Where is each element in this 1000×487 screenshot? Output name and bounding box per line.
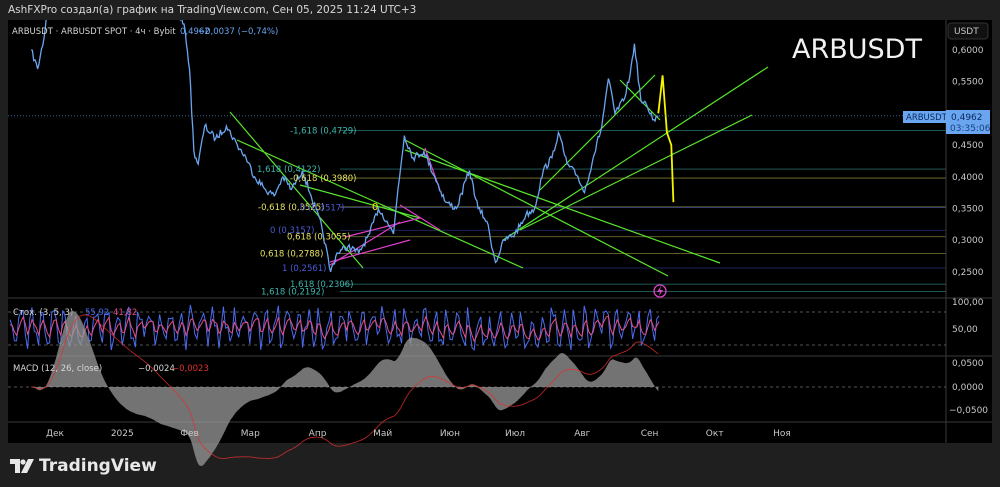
stoch-label[interactable]: Стох. (3, 5, 3) xyxy=(13,308,73,318)
time-axis-tick: Июн xyxy=(440,429,460,439)
fib-level-label: 1 (0,2561) xyxy=(282,264,326,274)
fib-level-label: 0,618 (0,3055) xyxy=(287,233,350,243)
fib-level-label: -0,618 (0,3980) xyxy=(290,174,356,184)
trend-line xyxy=(519,114,753,231)
price-axis-tick: 0,4000 xyxy=(952,173,984,183)
time-axis-tick: Мар xyxy=(241,429,260,439)
tradingview-brand: TradingView xyxy=(39,456,157,476)
symbol-watermark: ARBUSDT xyxy=(792,34,922,65)
price-tag-price: 0,4962 xyxy=(951,113,983,123)
projection-line xyxy=(657,75,675,203)
price-tag-countdown: 03:35:06 xyxy=(950,124,991,134)
stoch-k-value: 55,92 xyxy=(85,308,109,318)
price-axis-tick: 0,3000 xyxy=(952,236,984,246)
macd-axis-zero: 0,0000 xyxy=(952,383,984,393)
stoch-d-value: 41,82 xyxy=(113,308,137,318)
stoch-axis-50: 50,00 xyxy=(952,325,978,335)
price-axis-tick: 0,2500 xyxy=(952,268,984,278)
legend-change: −0,0037 (−0,74%) xyxy=(198,27,278,37)
currency-label: USDT xyxy=(954,27,979,37)
tradingview-logo[interactable]: TradingView xyxy=(10,456,157,476)
price-axis-tick: 0,3500 xyxy=(952,205,984,215)
macd-axis-top: 0,0500 xyxy=(952,359,984,369)
price-axis-tick: 0,5500 xyxy=(952,78,984,88)
lightning-icon[interactable] xyxy=(653,284,667,298)
price-tag-symbol: ARBUSDT xyxy=(906,113,948,123)
trend-line xyxy=(539,74,656,191)
fib-level-label: -1,618 (0,4729) xyxy=(290,127,356,137)
time-axis-tick: Окт xyxy=(706,429,724,439)
time-axis-tick: Ноя xyxy=(773,429,791,439)
macd-axis-bottom: −0,0500 xyxy=(949,406,988,416)
currency-button[interactable]: USDT xyxy=(947,22,989,40)
wave-label-0: 0 xyxy=(372,202,378,213)
legend-symbol[interactable]: ARBUSDT · ARBUSDT SPOT · 4ч · Bybit xyxy=(12,27,176,37)
fib-level-label: 0,618 (0,2788) xyxy=(260,250,323,260)
time-axis-tick: Фев xyxy=(180,429,199,439)
fib-level-label: 0 (0,3517) xyxy=(300,203,344,213)
price-axis-tick: 0,4500 xyxy=(952,141,984,151)
time-axis-tick: Авг xyxy=(574,429,590,439)
macd-signal-value: −0,0023 xyxy=(172,364,209,374)
time-axis-tick: Сен xyxy=(641,429,659,439)
trend-line xyxy=(502,66,769,241)
time-axis-tick: Май xyxy=(373,429,392,439)
fib-level-label: 1,618 (0,2192) xyxy=(261,287,324,297)
time-axis-tick: 2025 xyxy=(111,429,134,439)
trend-line xyxy=(404,139,669,277)
time-axis-tick: Апр xyxy=(309,429,327,439)
stoch-axis-100: 100,00 xyxy=(952,298,984,308)
time-axis-tick: Дек xyxy=(46,429,65,439)
price-axis-tick: 0,6000 xyxy=(952,46,984,56)
macd-value: −0,0024 xyxy=(138,364,175,374)
macd-label[interactable]: MACD (12, 26, close) xyxy=(13,364,102,374)
wave-line xyxy=(399,204,441,231)
macd-histogram xyxy=(31,311,659,466)
tradingview-logo-icon xyxy=(10,459,34,473)
chart-svg[interactable]: -1,618 (0,4729)1,618 (0,4122)-0,618 (0,3… xyxy=(0,0,1000,487)
time-axis-tick: Июл xyxy=(505,429,525,439)
wave-line xyxy=(344,217,421,238)
